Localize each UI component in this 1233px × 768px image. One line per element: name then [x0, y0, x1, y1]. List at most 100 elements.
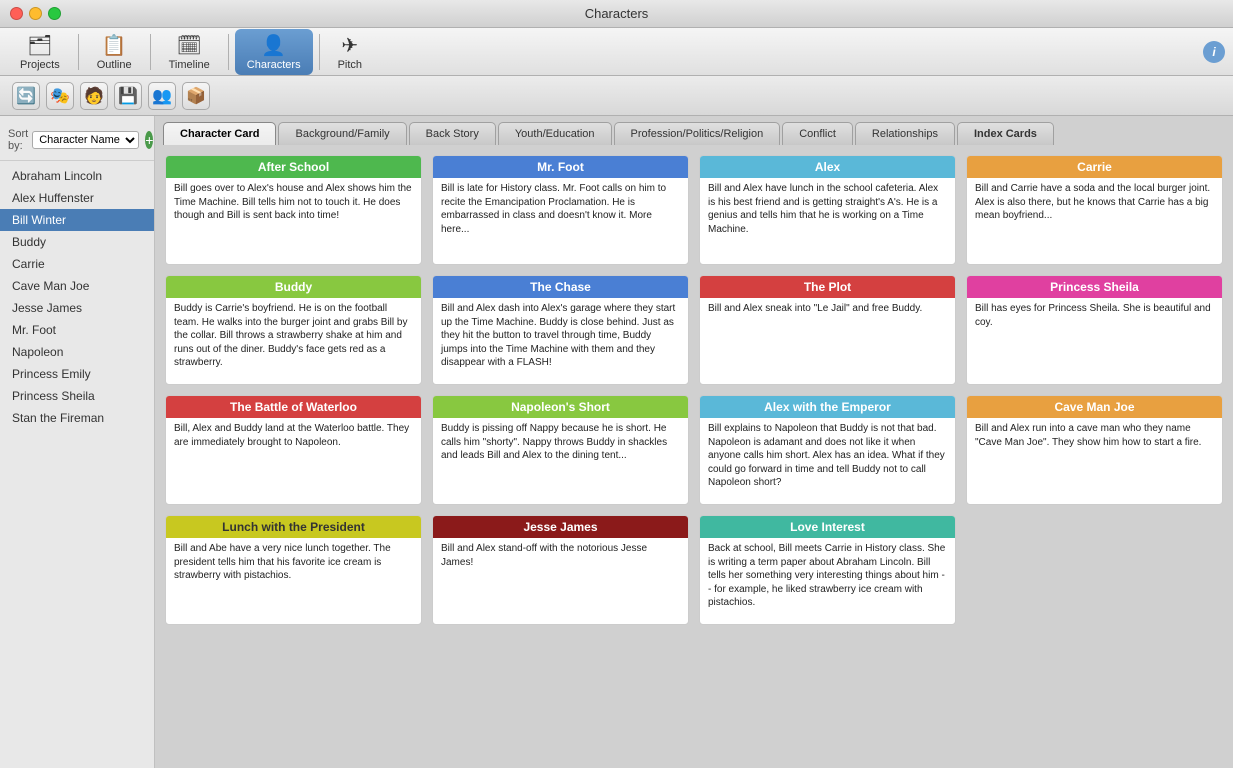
card-love-interest-body: Back at school, Bill meets Carrie in His… [700, 538, 955, 616]
card-alex-body: Bill and Alex have lunch in the school c… [700, 178, 955, 242]
sidebar-item-napoleon[interactable]: Napoleon [0, 341, 154, 363]
card-buddy-title: Buddy [166, 276, 421, 298]
card-cave-man-joe-body: Bill and Alex run into a cave man who th… [967, 418, 1222, 455]
tab-character-card[interactable]: Character Card [163, 122, 276, 145]
card-princess-sheila[interactable]: Princess Sheila Bill has eyes for Prince… [966, 275, 1223, 385]
toolbar-separator-2 [150, 34, 151, 70]
card-mr-foot[interactable]: Mr. Foot Bill is late for History class.… [432, 155, 689, 265]
sidebar-item-princess-sheila[interactable]: Princess Sheila [0, 385, 154, 407]
minimize-button[interactable] [29, 7, 42, 20]
toolbar-projects-label: Projects [20, 59, 60, 71]
card-princess-sheila-title: Princess Sheila [967, 276, 1222, 298]
sidebar-item-princess-emily[interactable]: Princess Emily [0, 363, 154, 385]
tab-profession-politics-religion[interactable]: Profession/Politics/Religion [614, 122, 781, 145]
card-battle-waterloo-title: The Battle of Waterloo [166, 396, 421, 418]
card-the-chase-body: Bill and Alex dash into Alex's garage wh… [433, 298, 688, 376]
card-jesse-james-title: Jesse James [433, 516, 688, 538]
card-alex-emperor[interactable]: Alex with the Emperor Bill explains to N… [699, 395, 956, 505]
cards-grid: After School Bill goes over to Alex's ho… [165, 155, 1223, 625]
card-the-plot-title: The Plot [700, 276, 955, 298]
subtoolbar-btn-character[interactable]: 🎭 [46, 82, 74, 110]
tab-relationships[interactable]: Relationships [855, 122, 955, 145]
card-alex[interactable]: Alex Bill and Alex have lunch in the sch… [699, 155, 956, 265]
toolbar-pitch[interactable]: ✈ Pitch [326, 29, 374, 75]
toolbar-outline[interactable]: 📋 Outline [85, 29, 144, 75]
sidebar-item-carrie[interactable]: Carrie [0, 253, 154, 275]
toolbar-separator-4 [319, 34, 320, 70]
card-cave-man-joe[interactable]: Cave Man Joe Bill and Alex run into a ca… [966, 395, 1223, 505]
card-after-school-title: After School [166, 156, 421, 178]
card-after-school-body: Bill goes over to Alex's house and Alex … [166, 178, 421, 229]
toolbar-timeline[interactable]: 🗓 Timeline [157, 29, 222, 75]
card-buddy-body: Buddy is Carrie's boyfriend. He is on th… [166, 298, 421, 376]
card-buddy[interactable]: Buddy Buddy is Carrie's boyfriend. He is… [165, 275, 422, 385]
card-alex-emperor-title: Alex with the Emperor [700, 396, 955, 418]
window-controls [10, 7, 61, 20]
subtoolbar-btn-package[interactable]: 📦 [182, 82, 210, 110]
subtoolbar-btn-group[interactable]: 👥 [148, 82, 176, 110]
toolbar-separator-3 [228, 34, 229, 70]
card-jesse-james[interactable]: Jesse James Bill and Alex stand-off with… [432, 515, 689, 625]
subtoolbar-btn-refresh[interactable]: 🔄 [12, 82, 40, 110]
card-napoleons-short-title: Napoleon's Short [433, 396, 688, 418]
sidebar-item-cave-man-joe[interactable]: Cave Man Joe [0, 275, 154, 297]
card-the-chase[interactable]: The Chase Bill and Alex dash into Alex's… [432, 275, 689, 385]
card-napoleons-short-body: Buddy is pissing off Nappy because he is… [433, 418, 688, 469]
card-lunch-president-title: Lunch with the President [166, 516, 421, 538]
main-toolbar: 🗂 Projects 📋 Outline 🗓 Timeline 👤 Charac… [0, 28, 1233, 76]
card-alex-title: Alex [700, 156, 955, 178]
card-after-school[interactable]: After School Bill goes over to Alex's ho… [165, 155, 422, 265]
cards-container: After School Bill goes over to Alex's ho… [155, 145, 1233, 768]
card-carrie[interactable]: Carrie Bill and Carrie have a soda and t… [966, 155, 1223, 265]
card-jesse-james-body: Bill and Alex stand-off with the notorio… [433, 538, 688, 575]
close-button[interactable] [10, 7, 23, 20]
card-carrie-title: Carrie [967, 156, 1222, 178]
toolbar-outline-label: Outline [97, 59, 132, 71]
card-battle-waterloo-body: Bill, Alex and Buddy land at the Waterlo… [166, 418, 421, 455]
toolbar-characters[interactable]: 👤 Characters [235, 29, 313, 75]
subtoolbar-btn-save[interactable]: 💾 [114, 82, 142, 110]
card-the-chase-title: The Chase [433, 276, 688, 298]
sidebar-sort-bar: Sort by: Character Name + [0, 124, 154, 161]
maximize-button[interactable] [48, 7, 61, 20]
characters-icon: 👤 [261, 33, 286, 58]
card-love-interest-title: Love Interest [700, 516, 955, 538]
card-mr-foot-title: Mr. Foot [433, 156, 688, 178]
subtoolbar-btn-person[interactable]: 🧑 [80, 82, 108, 110]
toolbar-timeline-label: Timeline [169, 59, 210, 71]
sidebar-item-abraham-lincoln[interactable]: Abraham Lincoln [0, 165, 154, 187]
main-layout: Sort by: Character Name + Abraham Lincol… [0, 116, 1233, 768]
card-battle-waterloo[interactable]: The Battle of Waterloo Bill, Alex and Bu… [165, 395, 422, 505]
info-button[interactable]: i [1203, 41, 1225, 63]
card-lunch-president-body: Bill and Abe have a very nice lunch toge… [166, 538, 421, 589]
tab-index-cards[interactable]: Index Cards [957, 122, 1054, 145]
sidebar-item-bill-winter[interactable]: Bill Winter [0, 209, 154, 231]
tab-youth-education[interactable]: Youth/Education [498, 122, 612, 145]
sidebar-item-alex-huffenster[interactable]: Alex Huffenster [0, 187, 154, 209]
tab-conflict[interactable]: Conflict [782, 122, 853, 145]
card-mr-foot-body: Bill is late for History class. Mr. Foot… [433, 178, 688, 242]
window-title: Characters [585, 6, 649, 21]
card-the-plot-body: Bill and Alex sneak into "Le Jail" and f… [700, 298, 955, 322]
card-cave-man-joe-title: Cave Man Joe [967, 396, 1222, 418]
sidebar: Sort by: Character Name + Abraham Lincol… [0, 116, 155, 768]
card-alex-emperor-body: Bill explains to Napoleon that Buddy is … [700, 418, 955, 496]
outline-icon: 📋 [102, 33, 127, 58]
card-napoleons-short[interactable]: Napoleon's Short Buddy is pissing off Na… [432, 395, 689, 505]
tab-bar: Character Card Background/Family Back St… [155, 116, 1233, 145]
card-lunch-president[interactable]: Lunch with the President Bill and Abe ha… [165, 515, 422, 625]
tab-back-story[interactable]: Back Story [409, 122, 496, 145]
toolbar-projects[interactable]: 🗂 Projects [8, 29, 72, 75]
sidebar-item-mr-foot[interactable]: Mr. Foot [0, 319, 154, 341]
card-the-plot[interactable]: The Plot Bill and Alex sneak into "Le Ja… [699, 275, 956, 385]
card-love-interest[interactable]: Love Interest Back at school, Bill meets… [699, 515, 956, 625]
add-character-button[interactable]: + [145, 131, 153, 149]
card-carrie-body: Bill and Carrie have a soda and the loca… [967, 178, 1222, 229]
sidebar-item-buddy[interactable]: Buddy [0, 231, 154, 253]
tab-background-family[interactable]: Background/Family [278, 122, 406, 145]
sidebar-item-stan-the-fireman[interactable]: Stan the Fireman [0, 407, 154, 429]
projects-icon: 🗂 [27, 33, 52, 58]
sort-select[interactable]: Character Name [32, 131, 139, 149]
toolbar-separator-1 [78, 34, 79, 70]
sidebar-item-jesse-james[interactable]: Jesse James [0, 297, 154, 319]
